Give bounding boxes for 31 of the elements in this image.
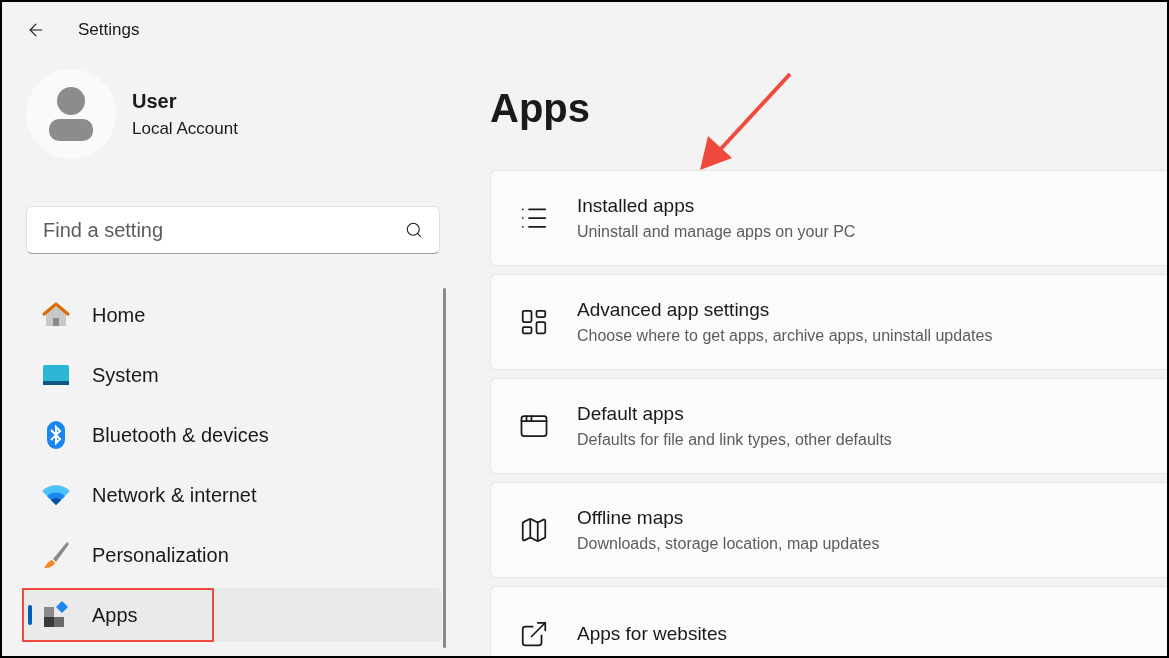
nav-item[interactable]: Apps bbox=[22, 588, 442, 642]
card-title: Installed apps bbox=[577, 193, 696, 218]
account-name: User bbox=[132, 89, 178, 115]
window-title: Settings bbox=[78, 19, 140, 42]
search-icon[interactable] bbox=[405, 221, 423, 239]
nav-item[interactable]: System bbox=[22, 348, 442, 402]
account-type: Local Account bbox=[132, 118, 238, 141]
settings-card[interactable]: Default apps Defaults for file and link types, other defaults bbox=[490, 378, 1167, 474]
card-description: Uninstall and manage apps on your PC bbox=[577, 222, 856, 243]
settings-card[interactable]: Advanced app settings Choose where to get apps, archive apps, uninstall updates bbox=[490, 274, 1167, 370]
settings-card[interactable]: Apps for websites bbox=[490, 586, 1167, 656]
nav-item[interactable]: Home bbox=[22, 288, 442, 342]
search-input[interactable]: Find a setting bbox=[43, 215, 405, 245]
card-title: Advanced app settings bbox=[577, 297, 771, 322]
scrollbar[interactable] bbox=[443, 288, 446, 648]
window-link-icon bbox=[519, 619, 549, 649]
nav-item[interactable]: Bluetooth & devices bbox=[22, 408, 442, 462]
settings-card[interactable]: Offline maps Downloads, storage location, map updates bbox=[490, 482, 1167, 578]
card-title: Default apps bbox=[577, 401, 685, 426]
page-title: Apps bbox=[490, 85, 590, 132]
card-description: Defaults for file and link types, other defaults bbox=[577, 430, 892, 451]
card-title: Apps for websites bbox=[577, 621, 727, 646]
settings-card[interactable]: Installed apps Uninstall and manage apps on your PC bbox=[490, 170, 1167, 266]
nav-item[interactable]: Network & internet bbox=[22, 468, 442, 522]
card-description: Downloads, storage location, map updates bbox=[577, 534, 880, 555]
map-icon bbox=[519, 515, 549, 545]
search-field[interactable]: Find a setting bbox=[26, 206, 440, 254]
card-title: Offline maps bbox=[577, 505, 685, 530]
selection-indicator bbox=[28, 605, 32, 625]
card-description: Choose where to get apps, archive apps, uninstall updates bbox=[577, 326, 993, 347]
nav-item[interactable]: Personalization bbox=[22, 528, 442, 582]
